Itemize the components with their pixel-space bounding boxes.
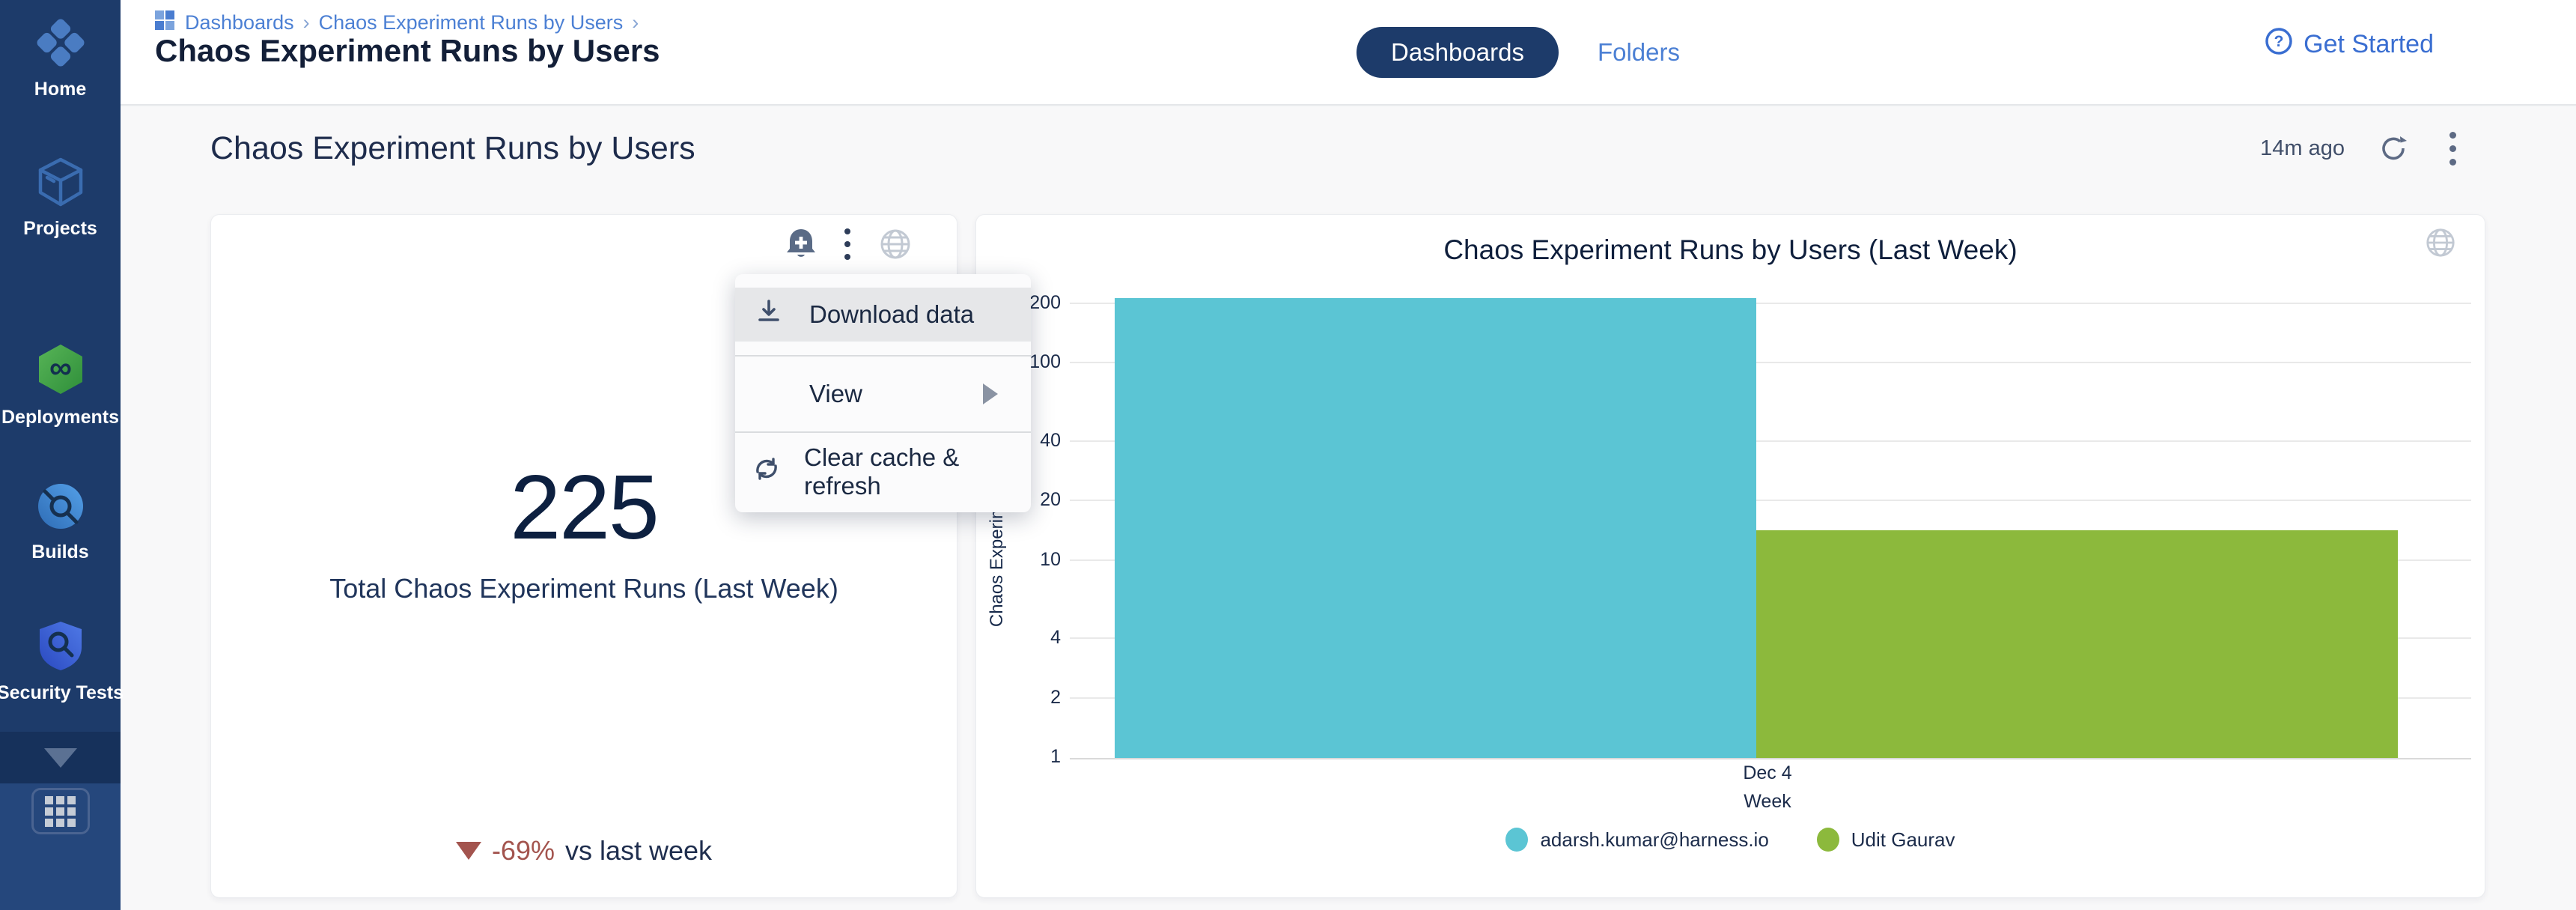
dashboard-title: Chaos Experiment Runs by Users bbox=[210, 130, 695, 167]
chart-legend: adarsh.kumar@harness.io Udit Gaurav bbox=[976, 828, 2485, 852]
breadcrumb-link-current[interactable]: Chaos Experiment Runs by Users bbox=[319, 11, 624, 34]
submenu-caret-icon bbox=[983, 383, 998, 404]
tile-menu-button[interactable] bbox=[837, 225, 858, 263]
x-tick-label: Dec 4 bbox=[1693, 762, 1842, 784]
delta-value: -69% bbox=[492, 835, 555, 867]
module-picker-button[interactable] bbox=[31, 788, 90, 834]
dashboard-more-options-button[interactable] bbox=[2442, 129, 2464, 169]
menu-item-label: Download data bbox=[809, 300, 974, 329]
timezone-globe-icon[interactable] bbox=[879, 228, 912, 261]
tile-context-menu: Download data View Clear cache & refresh bbox=[735, 274, 1031, 512]
x-axis-line bbox=[1070, 758, 2471, 759]
header-tabs: Dashboards Folders bbox=[1356, 27, 1680, 78]
menu-item-download-data[interactable]: Download data bbox=[735, 288, 1031, 342]
sidebar-item-label: Home bbox=[34, 79, 86, 100]
sidebar-item-security-tests[interactable]: Security Tests bbox=[0, 620, 121, 704]
dashboard-content: Chaos Experiment Runs by Users 14m ago bbox=[121, 107, 2576, 910]
sidebar-collapse-button[interactable] bbox=[0, 732, 121, 783]
ci-circle-icon bbox=[37, 482, 85, 534]
refresh-button[interactable] bbox=[2379, 134, 2408, 163]
sidebar-item-deployments[interactable]: ∞ Deployments bbox=[0, 343, 121, 428]
total-caption: Total Chaos Experiment Runs (Last Week) bbox=[211, 573, 957, 604]
download-icon bbox=[755, 298, 782, 331]
x-axis-title: Week bbox=[1693, 791, 1842, 813]
sidebar-item-home[interactable]: Home bbox=[0, 18, 121, 100]
last-refreshed-label: 14m ago bbox=[2260, 136, 2345, 161]
tab-folders[interactable]: Folders bbox=[1598, 38, 1680, 67]
breadcrumb-separator: › bbox=[632, 11, 639, 34]
shield-magnifier-icon bbox=[37, 620, 84, 675]
delta-label: vs last week bbox=[565, 835, 712, 867]
grid-icon bbox=[45, 796, 76, 827]
menu-item-view[interactable]: View bbox=[735, 357, 1031, 431]
sidebar: Home Projects ∞ Deployments bbox=[0, 0, 121, 910]
chart-plot-area: Chaos Experiment Runs Dec 4 Week adarsh.… bbox=[976, 215, 2485, 897]
home-icon bbox=[36, 18, 85, 71]
delta-row: -69% vs last week bbox=[211, 835, 957, 867]
menu-item-label: View bbox=[809, 380, 862, 408]
tile-runs-by-users-chart: Chaos Experiment Runs by Users (Last Wee… bbox=[975, 214, 2485, 898]
legend-dot bbox=[1505, 828, 1528, 852]
page-title: Chaos Experiment Runs by Users bbox=[155, 33, 660, 69]
sidebar-item-label: Security Tests bbox=[0, 682, 124, 704]
breadcrumb-separator: › bbox=[303, 11, 310, 34]
sidebar-item-builds[interactable]: Builds bbox=[0, 482, 121, 563]
chevron-down-icon bbox=[44, 748, 77, 768]
legend-item-udit[interactable]: Udit Gaurav bbox=[1817, 828, 1955, 852]
top-header: Dashboards › Chaos Experiment Runs by Us… bbox=[121, 0, 2576, 106]
breadcrumb-link-dashboards[interactable]: Dashboards bbox=[185, 11, 294, 34]
bar-Udit Gaurav[interactable] bbox=[1756, 530, 2398, 758]
sidebar-item-label: Builds bbox=[31, 542, 88, 563]
sidebar-item-projects[interactable]: Projects bbox=[0, 157, 121, 240]
tab-dashboards[interactable]: Dashboards bbox=[1356, 27, 1559, 78]
bar-adarsh.kumar@harness.io[interactable] bbox=[1115, 298, 1756, 758]
refresh-icon bbox=[752, 454, 782, 490]
legend-label: adarsh.kumar@harness.io bbox=[1540, 828, 1768, 852]
legend-label: Udit Gaurav bbox=[1851, 828, 1955, 852]
svg-text:∞: ∞ bbox=[49, 350, 72, 385]
sidebar-item-label: Deployments bbox=[1, 407, 119, 428]
sidebar-item-label: Projects bbox=[23, 218, 97, 240]
cube-icon bbox=[37, 157, 84, 210]
question-circle-icon: ? bbox=[2265, 27, 2293, 62]
sidebar-footer bbox=[0, 783, 121, 910]
arrow-down-icon bbox=[456, 842, 481, 860]
legend-dot bbox=[1817, 828, 1839, 852]
get-started-link[interactable]: ? Get Started bbox=[2265, 27, 2434, 62]
svg-text:?: ? bbox=[2274, 33, 2284, 50]
app-screen: Home Projects ∞ Deployments bbox=[0, 0, 2576, 910]
get-started-label: Get Started bbox=[2304, 30, 2434, 59]
alert-bell-icon[interactable] bbox=[786, 228, 816, 261]
legend-item-adarsh[interactable]: adarsh.kumar@harness.io bbox=[1505, 828, 1768, 852]
cd-hexagon-infinity-icon: ∞ bbox=[36, 343, 85, 399]
menu-item-clear-cache[interactable]: Clear cache & refresh bbox=[735, 433, 1031, 511]
menu-item-label: Clear cache & refresh bbox=[804, 443, 1031, 500]
